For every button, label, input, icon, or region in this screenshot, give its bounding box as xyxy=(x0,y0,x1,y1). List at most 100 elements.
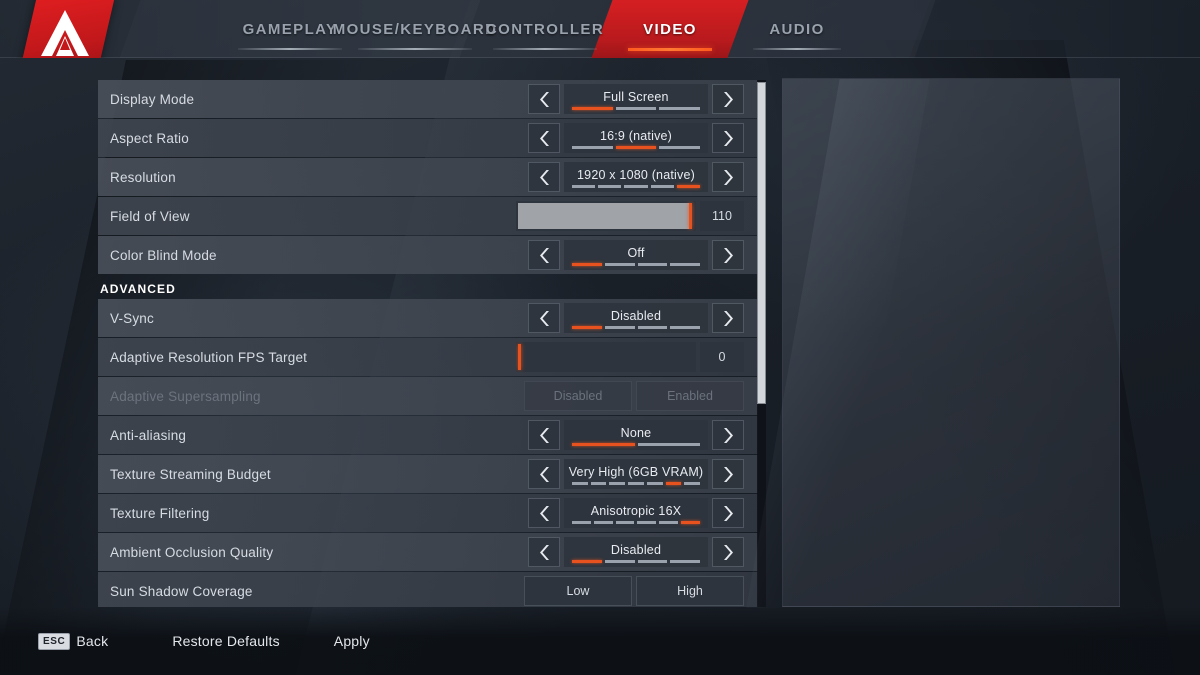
step-segment xyxy=(604,263,635,266)
stepper-control: 16:9 (native) xyxy=(528,123,744,153)
toggle-option-low[interactable]: Low xyxy=(524,576,632,606)
footer-bar: ESC Back Restore Defaults Apply xyxy=(0,607,1200,675)
chevron-left-icon[interactable] xyxy=(528,537,560,567)
slider-handle[interactable] xyxy=(688,203,692,229)
chevron-right-icon[interactable] xyxy=(712,420,744,450)
setting-label: Display Mode xyxy=(110,91,195,107)
tab-mouse-keyboard[interactable]: MOUSE/KEYBOARD xyxy=(333,0,496,58)
setting-value-box[interactable]: Very High (6GB VRAM) xyxy=(564,459,708,489)
setting-row-anti-aliasing[interactable]: Anti-aliasing None xyxy=(98,416,758,454)
setting-row-field-of-view[interactable]: Field of View 110 xyxy=(98,197,758,235)
step-segment xyxy=(681,521,700,524)
toggle-control: Disabled Enabled xyxy=(524,381,744,411)
step-segment xyxy=(659,521,679,524)
setting-value-box[interactable]: None xyxy=(564,420,708,450)
tab-underline xyxy=(753,48,841,50)
setting-label: Texture Filtering xyxy=(110,505,210,521)
apex-logo-icon xyxy=(41,10,89,56)
chevron-right-icon[interactable] xyxy=(712,537,744,567)
step-segment xyxy=(637,521,657,524)
setting-value-box[interactable]: Off xyxy=(564,240,708,270)
step-segment xyxy=(637,443,700,446)
slider-handle[interactable] xyxy=(518,344,521,370)
step-segment xyxy=(659,146,701,149)
setting-label: Sun Shadow Coverage xyxy=(110,583,253,599)
chevron-right-icon[interactable] xyxy=(712,240,744,270)
setting-label: Texture Streaming Budget xyxy=(110,466,271,482)
step-segment xyxy=(670,560,700,563)
settings-list[interactable]: Display Mode Full Screen Aspect Ratio 16:9 … xyxy=(98,80,758,607)
tab-underline xyxy=(493,48,597,50)
chevron-left-icon[interactable] xyxy=(528,84,560,114)
setting-row-aspect-ratio[interactable]: Aspect Ratio 16:9 (native) xyxy=(98,119,758,157)
tab-underline xyxy=(238,48,342,50)
chevron-left-icon[interactable] xyxy=(528,123,560,153)
step-segment xyxy=(637,560,668,563)
setting-row-texture-filtering[interactable]: Texture Filtering Anisotropic 16X xyxy=(98,494,758,532)
step-segment xyxy=(572,185,596,188)
setting-row-adaptive-resolution-fps-target[interactable]: Adaptive Resolution FPS Target 0 xyxy=(98,338,758,376)
setting-description-panel xyxy=(746,78,1120,608)
chevron-left-icon[interactable] xyxy=(528,498,560,528)
setting-row-v-sync[interactable]: V-Sync Disabled xyxy=(98,299,758,337)
tab-audio[interactable]: AUDIO xyxy=(745,0,849,58)
stepper-control: 1920 x 1080 (native) xyxy=(528,162,744,192)
slider-track[interactable] xyxy=(516,342,696,372)
setting-value-box[interactable]: 16:9 (native) xyxy=(564,123,708,153)
step-segment xyxy=(628,482,644,485)
chevron-left-icon[interactable] xyxy=(528,303,560,333)
setting-label: V-Sync xyxy=(110,310,154,326)
setting-row-texture-streaming-budget[interactable]: Texture Streaming Budget Very High (6GB V… xyxy=(98,455,758,493)
settings-scrollbar-thumb[interactable] xyxy=(757,82,766,404)
tab-video[interactable]: VIDEO xyxy=(591,0,749,58)
setting-label: Anti-aliasing xyxy=(110,427,187,443)
chevron-left-icon[interactable] xyxy=(528,240,560,270)
step-segment xyxy=(609,482,626,485)
chevron-right-icon[interactable] xyxy=(712,84,744,114)
apply-button[interactable]: Apply xyxy=(334,633,370,649)
setting-label: Ambient Occlusion Quality xyxy=(110,544,274,560)
chevron-left-icon[interactable] xyxy=(528,162,560,192)
apply-label: Apply xyxy=(333,633,370,649)
chevron-right-icon[interactable] xyxy=(712,459,744,489)
stepper-control: Very High (6GB VRAM) xyxy=(528,459,744,489)
chevron-left-icon[interactable] xyxy=(528,459,560,489)
stepper-control: Disabled xyxy=(528,303,744,333)
step-segment xyxy=(615,107,657,110)
restore-defaults-button[interactable]: Restore Defaults xyxy=(172,633,279,649)
step-segment xyxy=(637,263,668,266)
toggle-option-high[interactable]: High xyxy=(636,576,744,606)
step-segment xyxy=(572,482,588,485)
slider-track[interactable] xyxy=(516,201,696,231)
setting-label: Adaptive Supersampling xyxy=(110,388,261,404)
setting-row-sun-shadow-coverage[interactable]: Sun Shadow Coverage Low High xyxy=(98,572,758,607)
chevron-right-icon[interactable] xyxy=(712,162,744,192)
setting-value-box[interactable]: Full Screen xyxy=(564,84,708,114)
panel-sheen xyxy=(746,79,930,608)
tab-bar[interactable]: GAMEPLAY MOUSE/KEYBOARD CONTROLLER VIDEO AUD… xyxy=(0,0,1200,58)
chevron-right-icon[interactable] xyxy=(712,303,744,333)
chevron-right-icon[interactable] xyxy=(712,498,744,528)
setting-value: Disabled xyxy=(610,308,662,323)
back-button[interactable]: ESC Back xyxy=(38,632,108,650)
setting-value-box[interactable]: Disabled xyxy=(564,537,708,567)
setting-label: Color Blind Mode xyxy=(110,247,217,263)
setting-value: None xyxy=(620,425,652,440)
setting-row-ambient-occlusion-quality[interactable]: Ambient Occlusion Quality Disabled xyxy=(98,533,758,571)
toggle-control: Low High xyxy=(524,576,744,606)
setting-value-box[interactable]: 1920 x 1080 (native) xyxy=(564,162,708,192)
step-segment xyxy=(604,560,635,563)
setting-value-box[interactable]: Disabled xyxy=(564,303,708,333)
setting-row-display-mode[interactable]: Display Mode Full Screen xyxy=(98,80,758,118)
setting-value: Off xyxy=(627,245,645,260)
setting-row-color-blind-mode[interactable]: Color Blind Mode Off xyxy=(98,236,758,274)
slider-value: 0 xyxy=(700,342,744,372)
setting-value-box[interactable]: Anisotropic 16X xyxy=(564,498,708,528)
tab-controller[interactable]: CONTROLLER xyxy=(485,0,605,58)
chevron-right-icon[interactable] xyxy=(712,123,744,153)
setting-row-resolution[interactable]: Resolution 1920 x 1080 (native) xyxy=(98,158,758,196)
step-segment xyxy=(659,107,701,110)
slider-value: 110 xyxy=(700,201,744,231)
chevron-left-icon[interactable] xyxy=(528,420,560,450)
setting-value: Full Screen xyxy=(603,89,669,104)
